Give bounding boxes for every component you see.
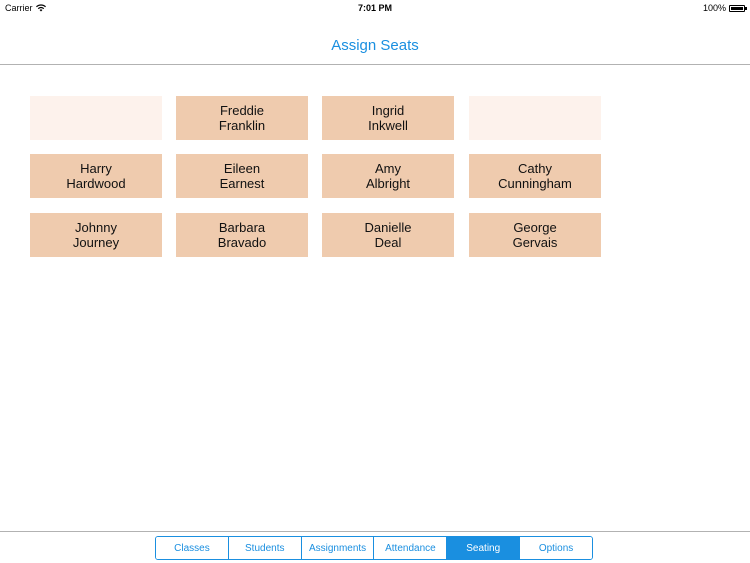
seat-last-name: Franklin	[218, 118, 266, 133]
status-time: 7:01 PM	[357, 3, 392, 13]
seat-last-name: Cunningham	[498, 176, 572, 191]
section-segmented-control: Classes Students Assignments Attendance …	[155, 536, 593, 560]
seat-last-name: Gervais	[512, 235, 558, 250]
seat-cell[interactable]: Barbara Bravado	[176, 213, 308, 257]
battery-percent: 100%	[702, 3, 726, 13]
seat-first-name: Harry	[80, 161, 112, 176]
seat-cell[interactable]: Eileen Earnest	[176, 154, 308, 198]
page-title: Assign Seats	[331, 37, 419, 54]
empty-seat-cell[interactable]	[469, 96, 601, 140]
seat-last-name: Hardwood	[66, 176, 126, 191]
tab-assignments[interactable]: Assignments	[301, 537, 375, 559]
seat-last-name: Journey	[72, 235, 120, 250]
seat-cell[interactable]: Amy Albright	[322, 154, 454, 198]
battery-icon	[729, 4, 747, 12]
seat-first-name: Danielle	[364, 220, 412, 235]
status-right: 100%	[702, 3, 747, 13]
seat-first-name: Cathy	[518, 161, 552, 176]
tab-classes[interactable]: Classes	[156, 537, 229, 559]
seat-last-name: Deal	[374, 235, 402, 250]
seat-first-name: George	[513, 220, 557, 235]
seat-cell[interactable]: Johnny Journey	[30, 213, 162, 257]
seat-cell[interactable]: Ingrid Inkwell	[322, 96, 454, 140]
tab-students[interactable]: Students	[228, 537, 302, 559]
tab-options[interactable]: Options	[520, 537, 592, 559]
seat-first-name: Ingrid	[371, 103, 405, 118]
seat-cell[interactable]: Cathy Cunningham	[469, 154, 601, 198]
empty-seat-cell[interactable]	[30, 96, 162, 140]
seat-cell[interactable]: Freddie Franklin	[176, 96, 308, 140]
seat-cell[interactable]: Danielle Deal	[322, 213, 454, 257]
tab-seating[interactable]: Seating	[447, 537, 521, 559]
seat-last-name: Earnest	[219, 176, 265, 191]
seat-first-name: Johnny	[75, 220, 117, 235]
status-bar: Carrier 7:01 PM 100%	[0, 0, 750, 16]
seat-first-name: Amy	[375, 161, 401, 176]
seat-last-name: Bravado	[217, 235, 267, 250]
tab-bar: Classes Students Assignments Attendance …	[0, 531, 750, 563]
seat-cell[interactable]: Harry Hardwood	[30, 154, 162, 198]
seat-last-name: Albright	[365, 176, 411, 191]
tab-attendance[interactable]: Attendance	[374, 537, 448, 559]
navigation-bar: Assign Seats	[0, 16, 750, 65]
seat-cell[interactable]: George Gervais	[469, 213, 601, 257]
seat-first-name: Barbara	[218, 220, 266, 235]
seat-last-name: Inkwell	[368, 118, 408, 133]
seat-first-name: Eileen	[223, 161, 261, 176]
seat-first-name: Freddie	[219, 103, 265, 118]
